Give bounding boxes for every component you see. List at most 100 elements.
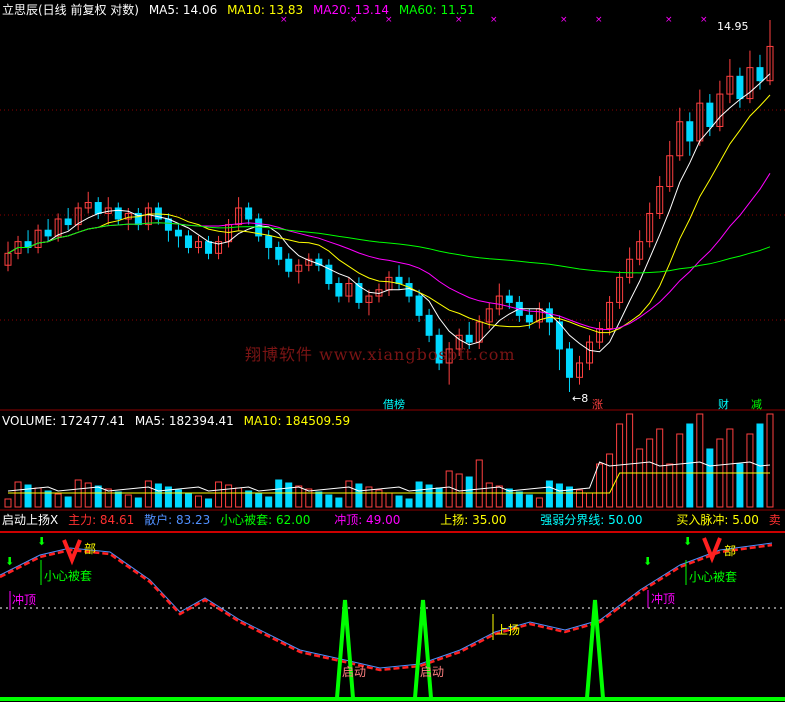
- volume-bar: [555, 483, 563, 508]
- xiaoxin-label: 小心被套: 62.00: [220, 513, 311, 527]
- volume-label: VOLUME: 172477.41: [2, 414, 125, 428]
- volume-bar: [686, 423, 694, 508]
- candle-body: [686, 121, 694, 142]
- event-tag: 财: [718, 397, 729, 411]
- volume-bar: [736, 463, 744, 508]
- volume-bar: [515, 491, 523, 508]
- low-price-label: ←8: [572, 392, 588, 405]
- vol-ma5-label: MA5: 182394.41: [134, 414, 234, 428]
- candle-body: [94, 202, 102, 214]
- mai-label: 卖: [768, 513, 781, 527]
- candle-body: [706, 102, 714, 127]
- qidong-label-1: 启动: [342, 665, 366, 679]
- sanhu-label: 散户: 83.23: [144, 513, 211, 527]
- candle-body: [64, 218, 72, 226]
- volume-bar: [666, 463, 674, 508]
- candle-body: [756, 67, 764, 82]
- volume-bar: [465, 476, 473, 508]
- volume-bar: [746, 433, 754, 508]
- ma10-label: MA10: 13.83: [227, 3, 304, 17]
- candle-body: [425, 314, 433, 336]
- buy-pulse: [335, 599, 355, 699]
- candle-body: [565, 348, 573, 378]
- volume-bar: [545, 480, 553, 508]
- top-marker: ×: [665, 15, 673, 25]
- high-price-label: 14.95: [717, 20, 749, 33]
- volume-bar: [195, 495, 202, 508]
- top-marker: ×: [700, 15, 708, 25]
- green-arrow-icon: ⬇: [5, 555, 14, 568]
- candle-body: [174, 229, 182, 237]
- candle-body: [265, 235, 273, 248]
- volume-bar: [285, 482, 293, 508]
- volume-bar: [295, 485, 303, 508]
- candle-body: [205, 241, 213, 254]
- volume-bar: [335, 497, 343, 508]
- volume-bar: [255, 493, 263, 508]
- volume-bar: [696, 413, 704, 508]
- volume-bar: [144, 480, 152, 508]
- volume-bar: [215, 481, 223, 508]
- stock-title: 立思辰(日线 前复权 对数): [2, 3, 139, 17]
- price-header: 立思辰(日线 前复权 对数) MA5: 14.06 MA10: 13.83 MA…: [2, 2, 481, 18]
- volume-bar: [445, 470, 453, 508]
- candle-body: [395, 276, 403, 285]
- candle-body: [525, 314, 533, 323]
- volume-bar: [154, 483, 162, 508]
- candle-body: [184, 235, 192, 248]
- candle-body: [505, 295, 513, 303]
- candle-body: [164, 218, 172, 231]
- volume-bar: [94, 485, 102, 508]
- mairu-label: 买入脉冲: 5.00: [676, 513, 759, 527]
- volume-bar: [124, 494, 132, 508]
- event-tag: 涨: [592, 398, 603, 411]
- volume-bar: [405, 498, 413, 508]
- volume-bar: [636, 448, 644, 508]
- vol-ma10-label: MA10: 184509.59: [243, 414, 351, 428]
- ma20-line: [7, 173, 771, 331]
- ma5-line: [7, 73, 771, 353]
- shangyang-label: 上扬: [496, 622, 520, 637]
- candle-body: [245, 207, 253, 220]
- volume-bar: [706, 448, 714, 508]
- volume-bar: [766, 413, 774, 508]
- volume-bar: [265, 496, 273, 508]
- green-arrow-icon: ⬇: [37, 535, 46, 548]
- volume-bar: [104, 488, 112, 508]
- candle-body: [275, 246, 283, 260]
- volume-bar: [596, 463, 604, 508]
- watermark: 翔博软件 www.xiangbosoft.com: [245, 345, 516, 364]
- top-marker: ×: [490, 15, 498, 25]
- volume-bar: [345, 480, 353, 508]
- event-tag: 减: [751, 398, 762, 411]
- volume-bar: [84, 482, 92, 508]
- volume-bar: [14, 481, 22, 508]
- volume-bar: [54, 493, 62, 508]
- green-arrow-icon: ⬇: [643, 555, 652, 568]
- shangyang-label: 上扬: 35.00: [440, 513, 507, 527]
- volume-bar: [475, 459, 483, 508]
- ma10-line: [7, 94, 771, 334]
- volume-bar: [315, 491, 323, 508]
- indicator-name: 启动上扬X: [2, 513, 59, 527]
- candle-body: [335, 283, 343, 297]
- volume-bar: [485, 482, 493, 508]
- chongding-label: 冲顶: 49.00: [334, 513, 401, 527]
- ma20-label: MA20: 13.14: [312, 3, 389, 17]
- volume-bar: [395, 495, 403, 508]
- candle-body: [114, 207, 122, 220]
- volume-bar: [435, 487, 443, 508]
- chongding-label-1: 冲顶: [12, 592, 36, 607]
- volume-bar: [626, 413, 634, 508]
- volume-bar: [505, 488, 513, 508]
- buy-pulse: [585, 599, 605, 699]
- event-tag: 借榜: [383, 397, 405, 411]
- chongding-label-2: 冲顶: [651, 591, 675, 606]
- volume-bar: [355, 483, 363, 508]
- top-marker: ×: [560, 15, 568, 25]
- green-arrow-icon: ⬇: [683, 535, 692, 548]
- volume-bar: [385, 492, 393, 508]
- candle-body: [736, 75, 744, 100]
- volume-bar: [726, 428, 734, 508]
- volume-bar: [305, 488, 313, 508]
